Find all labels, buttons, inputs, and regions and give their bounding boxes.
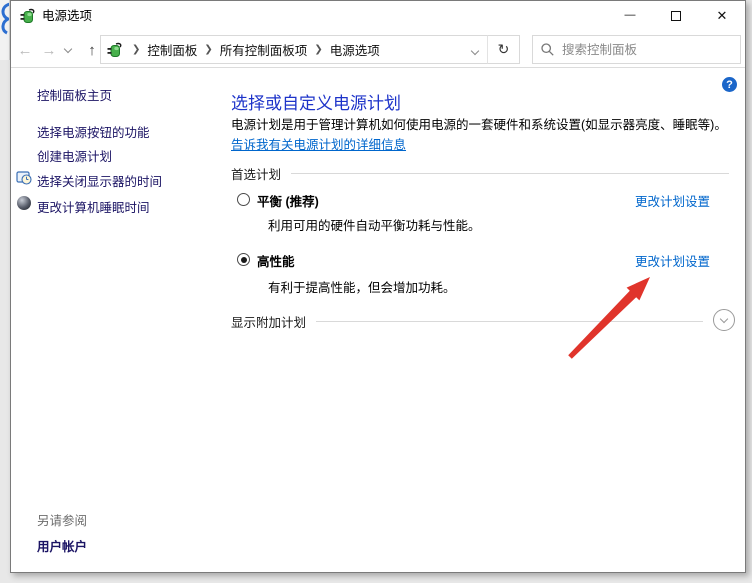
refresh-button[interactable]: ↻ [487,35,520,64]
radio-balanced[interactable] [237,193,250,206]
page-title: 选择或自定义电源计划 [231,89,401,114]
preferred-plans-group: 首选计划 [231,164,729,183]
forward-button[interactable]: → [37,37,61,63]
breadcrumb-separator: ❯ [307,44,329,55]
help-button[interactable]: ? [722,77,737,92]
minimize-button[interactable]: — [607,1,653,31]
breadcrumb-power-options[interactable]: 电源选项 [330,40,380,59]
show-additional-plans-expander[interactable] [713,309,735,331]
plan-name-high-performance[interactable]: 高性能 [257,251,295,270]
title-bar[interactable]: 电源选项 — ✕ [11,1,745,31]
refresh-icon: ↻ [498,41,510,58]
breadcrumb-control-panel[interactable]: 控制面板 [147,40,197,59]
help-icon: ? [726,79,733,91]
chevron-down-icon [720,314,728,322]
page-description: 电源计划是用于管理计算机如何使用电源的一套硬件和系统设置(如显示器亮度、睡眠等)… [231,116,738,155]
additional-plans-label: 显示附加计划 [231,312,316,331]
navigation-toolbar: ← → ↑ ❯ 控制面板 ❯ 所有控制面板项 ❯ 电源选项 ↻ [11,31,745,68]
back-button[interactable]: ← [13,37,37,63]
close-icon: ✕ [717,8,728,24]
divider [291,173,729,174]
chevron-down-icon [471,46,479,54]
minimize-icon: — [625,9,636,21]
see-also-header: 另请参阅 [37,510,87,529]
power-plug-icon [107,42,123,58]
close-button[interactable]: ✕ [699,1,745,31]
address-dropdown-button[interactable] [472,41,482,59]
radio-high-performance[interactable] [237,253,250,266]
divider [316,321,703,322]
maximize-button[interactable] [653,1,699,31]
breadcrumb-separator: ❯ [197,44,219,55]
search-box[interactable] [532,35,741,64]
back-icon: ← [18,42,33,59]
change-plan-settings-link-balanced[interactable]: 更改计划设置 [635,191,710,210]
plan-desc-high-performance: 有利于提高性能，但会增加功耗。 [268,277,456,296]
search-icon [541,43,554,56]
description-text: 电源计划是用于管理计算机如何使用电源的一套硬件和系统设置(如显示器亮度、睡眠等)… [231,118,727,132]
chevron-down-icon [64,44,72,52]
change-plan-settings-link-high-performance[interactable]: 更改计划设置 [635,251,710,270]
maximize-icon [671,11,681,21]
window-title: 电源选项 [42,1,92,31]
address-bar[interactable]: ❯ 控制面板 ❯ 所有控制面板项 ❯ 电源选项 [100,35,489,64]
up-icon: ↑ [88,42,96,59]
plan-desc-balanced: 利用可用的硬件自动平衡功耗与性能。 [268,215,481,234]
forward-icon: → [42,42,57,59]
preferred-plans-label: 首选计划 [231,164,291,183]
background-window-sliver [0,0,10,60]
background-app-logo-fragment [0,0,10,60]
main-content: ? 选择或自定义电源计划 电源计划是用于管理计算机如何使用电源的一套硬件和系统设… [11,69,747,574]
power-plug-icon [20,8,36,24]
breadcrumb-separator: ❯ [125,44,147,55]
additional-plans-group: 显示附加计划 [231,312,703,331]
tell-me-more-link[interactable]: 告诉我有关电源计划的详细信息 [231,138,406,152]
sidebar-item-user-accounts[interactable]: 用户帐户 [37,536,87,555]
breadcrumb-all-items[interactable]: 所有控制面板项 [220,40,308,59]
recent-pages-dropdown[interactable] [61,37,75,63]
plan-name-balanced[interactable]: 平衡 (推荐) [257,191,319,210]
search-input[interactable] [562,43,732,57]
power-options-window: 电源选项 — ✕ ← → ↑ ❯ 控制面板 ❯ 所有控制面板项 ❯ 电源选项 [10,0,746,573]
